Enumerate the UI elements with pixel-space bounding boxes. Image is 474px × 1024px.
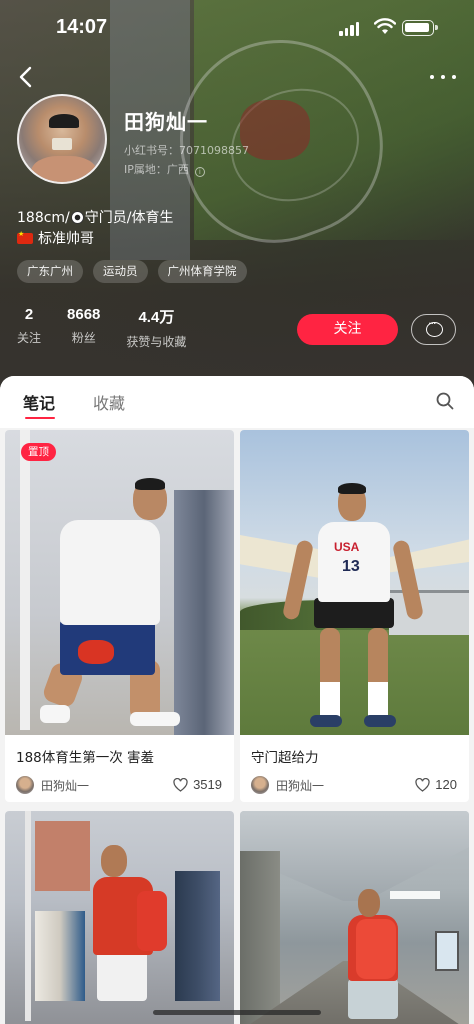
- note-cover-image: [5, 811, 234, 1024]
- stat-followers[interactable]: 8668 粉丝: [67, 306, 100, 350]
- note-card[interactable]: 守门超给力 田狗灿一 120: [240, 430, 469, 802]
- stat-likes-label: 获赞与收藏: [126, 335, 187, 349]
- stat-following-value: 2: [24, 306, 34, 323]
- tab-collect[interactable]: 收藏: [93, 390, 125, 414]
- like-count: 3519: [193, 777, 222, 792]
- status-time: 14:07: [56, 16, 108, 38]
- author-name: 田狗灿一: [276, 778, 325, 793]
- tag-location[interactable]: 广东广州: [17, 260, 83, 283]
- tab-notes[interactable]: 笔记: [23, 390, 55, 414]
- soccer-ball-icon: [70, 211, 84, 224]
- chat-bubble-icon: [426, 317, 443, 337]
- more-options-button[interactable]: [430, 64, 456, 90]
- status-bar: 14:07: [0, 0, 474, 54]
- avatar[interactable]: [17, 94, 107, 184]
- ip-location-text: IP属地：广西: [124, 163, 189, 176]
- author-avatar: [16, 776, 34, 794]
- stat-likes-value: 4.4万: [138, 309, 175, 326]
- home-indicator[interactable]: [153, 1010, 321, 1015]
- note-card[interactable]: 置顶 188体育生第一次 害羞 田狗灿一 3519: [5, 430, 234, 802]
- battery-icon: [402, 20, 438, 36]
- note-author[interactable]: 田狗灿一: [16, 776, 89, 794]
- note-title: 188体育生第一次 害羞: [16, 750, 155, 766]
- note-card[interactable]: [240, 811, 469, 1024]
- profile-tags: 广东广州 运动员 广州体育学院: [17, 260, 247, 283]
- search-icon[interactable]: [436, 392, 454, 410]
- like-button[interactable]: 3519: [173, 777, 222, 792]
- stat-likes[interactable]: 4.4万 获赞与收藏: [126, 306, 186, 350]
- profile-stats: 2 关注 8668 粉丝 4.4万 获赞与收藏: [17, 306, 212, 350]
- profile-header: 14:07 田狗灿一 小红书号：7071098857 IP属地：广西 i 188c…: [0, 0, 474, 390]
- note-author[interactable]: 田狗灿一: [251, 776, 324, 794]
- stat-following-label: 关注: [17, 331, 42, 345]
- ip-location: IP属地：广西 i: [124, 161, 205, 177]
- stat-followers-value: 8668: [67, 306, 101, 323]
- info-icon[interactable]: i: [194, 167, 205, 177]
- back-button[interactable]: [14, 64, 40, 90]
- note-cover-image: [240, 430, 469, 735]
- follow-button[interactable]: 关注: [297, 314, 398, 345]
- cellular-signal-icon: [339, 22, 359, 36]
- author-avatar: [251, 776, 269, 794]
- bio-height: 188cm/: [17, 210, 70, 226]
- stat-followers-label: 粉丝: [71, 331, 96, 345]
- active-tab-indicator: [25, 417, 55, 419]
- pinned-badge: 置顶: [21, 443, 56, 461]
- like-count: 120: [435, 777, 457, 792]
- redbook-id: 小红书号：7071098857: [124, 144, 249, 157]
- stat-following[interactable]: 2 关注: [17, 306, 41, 350]
- bio-line-2: 标准帅哥: [17, 228, 94, 248]
- author-name: 田狗灿一: [41, 778, 90, 793]
- like-button[interactable]: 120: [415, 777, 457, 792]
- username: 田狗灿一: [124, 110, 208, 134]
- note-title: 守门超给力: [251, 750, 319, 766]
- tag-school[interactable]: 广州体育学院: [157, 260, 247, 283]
- tabs-bar: 笔记 收藏: [0, 376, 474, 428]
- message-button[interactable]: [411, 314, 456, 345]
- bio-line-1: 188cm/守门员/体育生: [17, 207, 174, 227]
- note-cover-image: [240, 811, 469, 1024]
- background-red-shape: [240, 100, 310, 160]
- bio-tagline: 标准帅哥: [38, 231, 94, 247]
- heart-icon: [173, 777, 188, 792]
- note-cover-image: [5, 430, 234, 735]
- china-flag-icon: [17, 230, 33, 244]
- tag-occupation[interactable]: 运动员: [93, 260, 148, 283]
- bio-position: 守门员/体育生: [84, 210, 174, 226]
- notes-sheet: 笔记 收藏 置顶 188体育生第一次 害羞 田狗灿一 3519 USA 13 守…: [0, 376, 474, 1024]
- note-card[interactable]: [5, 811, 234, 1024]
- wifi-icon: [374, 18, 396, 34]
- heart-icon: [415, 777, 430, 792]
